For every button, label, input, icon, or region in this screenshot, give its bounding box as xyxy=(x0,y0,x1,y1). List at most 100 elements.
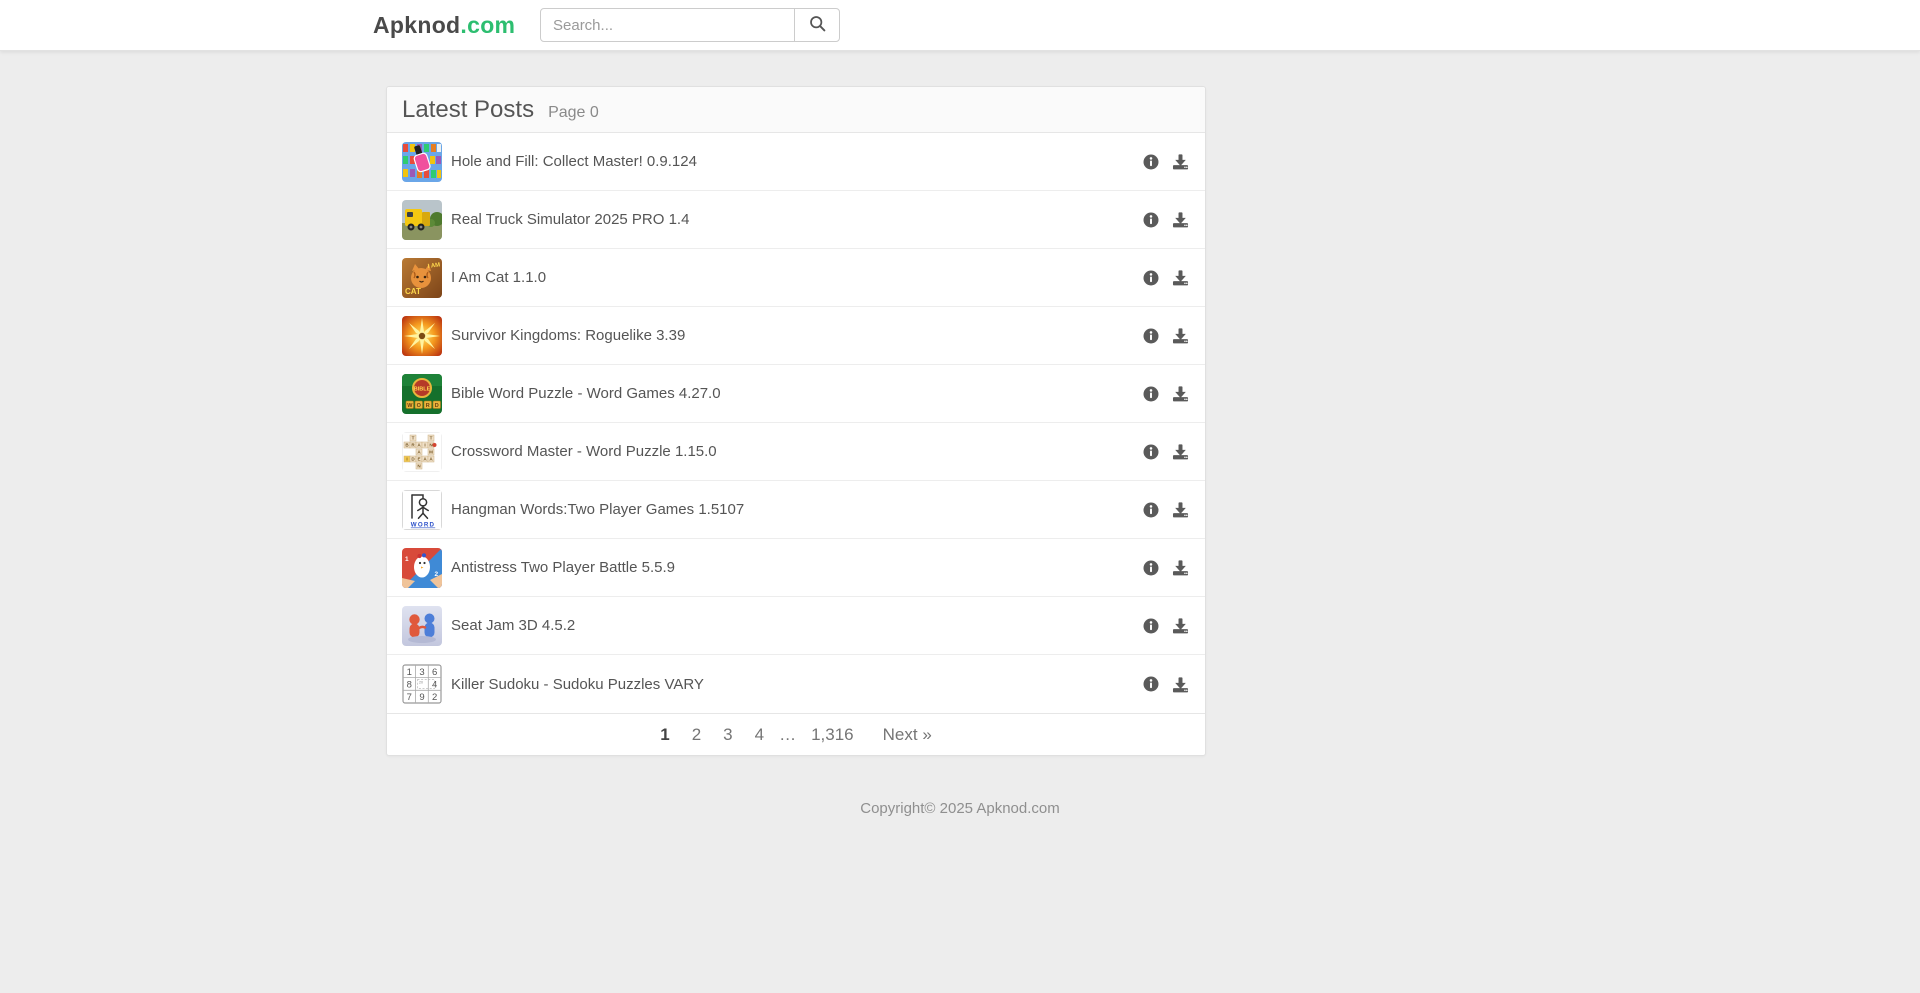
post-row: BIBLE WORD Bible Word Puzzle - Word Game… xyxy=(387,365,1205,423)
latest-posts-card: Latest Posts Page 0 xyxy=(386,86,1206,756)
download-icon[interactable] xyxy=(1171,442,1190,461)
post-title-link[interactable]: Survivor Kingdoms: Roguelike 3.39 xyxy=(451,327,685,344)
row-actions xyxy=(1142,442,1190,461)
svg-text:CAT: CAT xyxy=(405,287,421,296)
i-am-cat-thumbnail[interactable]: I AM CAT xyxy=(402,258,442,298)
svg-text:3: 3 xyxy=(419,667,424,678)
row-actions xyxy=(1142,675,1190,694)
info-icon[interactable] xyxy=(1142,443,1160,461)
search-bar xyxy=(540,8,840,42)
real-truck-simulator-thumbnail[interactable] xyxy=(402,200,442,240)
post-title-link[interactable]: Hangman Words:Two Player Games 1.5107 xyxy=(451,501,744,518)
svg-text:2: 2 xyxy=(432,692,437,703)
logo-text: Apknod xyxy=(373,12,460,38)
pagination: 1 2 3 4 … 1,316 Next » xyxy=(387,713,1205,755)
page-indicator: Page 0 xyxy=(548,104,599,122)
svg-text:2: 2 xyxy=(435,571,439,578)
row-actions xyxy=(1142,268,1190,287)
row-actions xyxy=(1142,210,1190,229)
pagination-page-2[interactable]: 2 xyxy=(692,725,701,745)
svg-text:T: T xyxy=(412,435,415,440)
copyright-text: Copyright© 2025 Apknod.com xyxy=(0,800,1920,817)
info-icon[interactable] xyxy=(1142,501,1160,519)
download-icon[interactable] xyxy=(1171,616,1190,635)
pagination-next-link[interactable]: Next » xyxy=(883,725,932,745)
svg-text:O: O xyxy=(417,403,422,409)
svg-text:WORD: WORD xyxy=(411,521,435,528)
survivor-kingdoms-thumbnail[interactable] xyxy=(402,316,442,356)
magnifier-icon xyxy=(808,14,827,36)
post-title-link[interactable]: I Am Cat 1.1.0 xyxy=(451,269,546,286)
post-row: Seat Jam 3D 4.5.2 xyxy=(387,597,1205,655)
row-actions xyxy=(1142,500,1190,519)
download-icon[interactable] xyxy=(1171,268,1190,287)
info-icon[interactable] xyxy=(1142,269,1160,287)
svg-text:7: 7 xyxy=(407,692,412,703)
info-icon[interactable] xyxy=(1142,675,1160,693)
svg-text:R: R xyxy=(426,403,430,409)
post-title-link[interactable]: Bible Word Puzzle - Word Games 4.27.0 xyxy=(451,385,721,402)
svg-text:1: 1 xyxy=(407,667,412,678)
page-title: Latest Posts xyxy=(402,87,534,132)
pagination-page-3[interactable]: 3 xyxy=(723,725,732,745)
post-title-link[interactable]: Hole and Fill: Collect Master! 0.9.124 xyxy=(451,153,697,170)
killer-sudoku-thumbnail[interactable]: 20 136 84 792 xyxy=(402,664,442,704)
logo-tld-text: .com xyxy=(460,12,515,38)
pagination-page-4[interactable]: 4 xyxy=(755,725,764,745)
site-logo[interactable]: Apknod.com xyxy=(373,0,515,51)
svg-text:E: E xyxy=(417,456,420,461)
download-icon[interactable] xyxy=(1171,675,1190,694)
svg-text:D: D xyxy=(435,403,439,409)
search-button[interactable] xyxy=(794,8,840,42)
post-title-link[interactable]: Real Truck Simulator 2025 PRO 1.4 xyxy=(451,211,689,228)
svg-text:4: 4 xyxy=(432,680,437,691)
info-icon[interactable] xyxy=(1142,327,1160,345)
crossword-master-thumbnail[interactable]: TT BRAIN AM IDEAA N xyxy=(402,432,442,472)
download-icon[interactable] xyxy=(1171,152,1190,171)
post-row: Hole and Fill: Collect Master! 0.9.124 xyxy=(387,133,1205,191)
hangman-words-thumbnail[interactable]: WORD xyxy=(402,490,442,530)
download-icon[interactable] xyxy=(1171,384,1190,403)
post-row: 20 136 84 792 Killer Sudoku - Sudoku Puz… xyxy=(387,655,1205,713)
info-icon[interactable] xyxy=(1142,559,1160,577)
post-row: 1 2 Antistress Two Player Battle 5.5.9 xyxy=(387,539,1205,597)
svg-text:9: 9 xyxy=(419,692,424,703)
download-icon[interactable] xyxy=(1171,326,1190,345)
svg-text:T: T xyxy=(430,435,433,440)
pagination-last-page[interactable]: 1,316 xyxy=(811,725,854,745)
search-input[interactable] xyxy=(540,8,795,42)
row-actions xyxy=(1142,558,1190,577)
post-row: TT BRAIN AM IDEAA N Crossword Master - W… xyxy=(387,423,1205,481)
row-actions xyxy=(1142,384,1190,403)
seat-jam-thumbnail[interactable] xyxy=(402,606,442,646)
post-row: WORD Hangman Words:Two Player Games 1.51… xyxy=(387,481,1205,539)
svg-text:20: 20 xyxy=(419,681,423,685)
download-icon[interactable] xyxy=(1171,210,1190,229)
post-row: Survivor Kingdoms: Roguelike 3.39 xyxy=(387,307,1205,365)
info-icon[interactable] xyxy=(1142,617,1160,635)
svg-text:BIBLE: BIBLE xyxy=(414,386,431,392)
pagination-current-page[interactable]: 1 xyxy=(660,725,669,745)
post-title-link[interactable]: Crossword Master - Word Puzzle 1.15.0 xyxy=(451,443,717,460)
download-icon[interactable] xyxy=(1171,500,1190,519)
post-title-link[interactable]: Killer Sudoku - Sudoku Puzzles VARY xyxy=(451,676,704,693)
info-icon[interactable] xyxy=(1142,153,1160,171)
main-content: Latest Posts Page 0 xyxy=(0,86,1920,817)
info-icon[interactable] xyxy=(1142,385,1160,403)
post-title-link[interactable]: Antistress Two Player Battle 5.5.9 xyxy=(451,559,675,576)
antistress-thumbnail[interactable]: 1 2 xyxy=(402,548,442,588)
svg-text:1: 1 xyxy=(405,556,409,563)
row-actions xyxy=(1142,152,1190,171)
hole-and-fill-thumbnail[interactable] xyxy=(402,142,442,182)
post-list: Hole and Fill: Collect Master! 0.9.124 xyxy=(387,133,1205,713)
card-header: Latest Posts Page 0 xyxy=(387,87,1205,133)
download-icon[interactable] xyxy=(1171,558,1190,577)
row-actions xyxy=(1142,326,1190,345)
post-title-link[interactable]: Seat Jam 3D 4.5.2 xyxy=(451,617,575,634)
info-icon[interactable] xyxy=(1142,211,1160,229)
site-header: Apknod.com xyxy=(0,0,1920,51)
pagination-ellipsis: … xyxy=(779,725,796,745)
svg-text:M: M xyxy=(429,449,433,454)
svg-text:I: I xyxy=(424,442,425,447)
bible-word-puzzle-thumbnail[interactable]: BIBLE WORD xyxy=(402,374,442,414)
